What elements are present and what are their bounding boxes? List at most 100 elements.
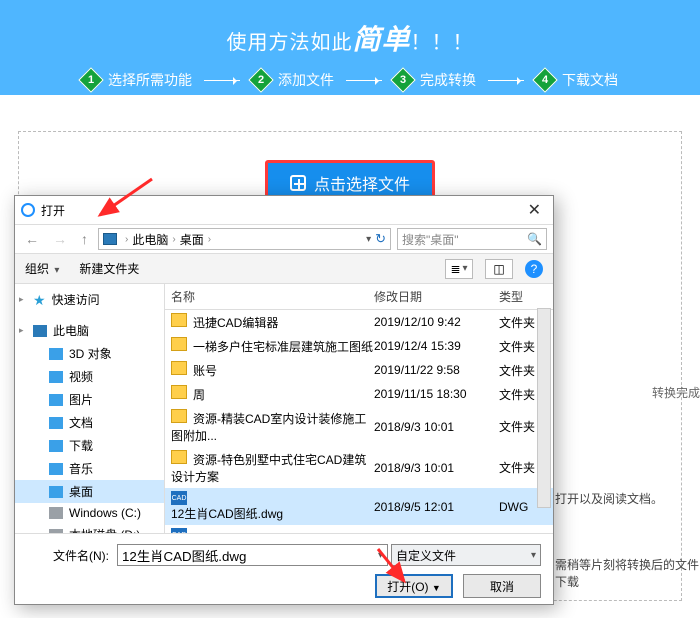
blue-icon <box>49 348 63 360</box>
banner-title: 使用方法如此简单！！！ <box>0 0 700 58</box>
file-type-filter[interactable]: 自定义文件 ▾ <box>391 544 541 566</box>
plus-icon <box>290 175 306 191</box>
tree-item[interactable]: 下载 <box>15 434 164 457</box>
chevron-down-icon: ▾ <box>531 550 536 561</box>
banner-title-big: 简单 <box>352 24 410 55</box>
new-folder-button[interactable]: 新建文件夹 <box>79 260 139 277</box>
nav-back-icon[interactable]: ← <box>21 231 43 247</box>
tree-label: 此电脑 <box>53 322 89 339</box>
organize-menu[interactable]: 组织 ▾ <box>25 260 59 277</box>
tree-item[interactable]: 图片 <box>15 388 164 411</box>
col-type[interactable]: 类型 <box>499 288 547 305</box>
file-row[interactable]: 迅捷CAD编辑器2019/12/10 9:42文件夹 <box>165 310 553 334</box>
file-name: 周 <box>171 385 374 403</box>
scrollbar[interactable] <box>537 308 551 508</box>
dialog-title-text: 打开 <box>41 202 65 219</box>
file-row[interactable]: 资源-精装CAD室内设计装修施工图附加...2018/9/3 10:01文件夹 <box>165 406 553 447</box>
tree-label: 文档 <box>69 414 93 431</box>
tree-label: 音乐 <box>69 460 93 477</box>
close-icon[interactable]: ✕ <box>522 200 547 220</box>
chevron-right-icon[interactable]: ▸ <box>19 325 24 336</box>
step-label: 选择所需功能 <box>108 70 192 90</box>
filter-label: 自定义文件 <box>396 547 456 564</box>
tree-item[interactable]: Windows (C:) <box>15 503 164 523</box>
top-banner: 使用方法如此简单！！！ 1选择所需功能2添加文件3完成转换4下载文档 <box>0 0 700 95</box>
tree-item[interactable]: 3D 对象 <box>15 342 164 365</box>
tree-label: 3D 对象 <box>69 345 112 362</box>
tree-item[interactable]: ▸ 此电脑 <box>15 319 164 342</box>
disk-icon <box>49 507 63 519</box>
step-label: 添加文件 <box>278 70 334 90</box>
blue-icon <box>49 463 63 475</box>
dialog-toolbar: 组织 ▾ 新建文件夹 ≣▾ ◫ ? <box>15 254 553 284</box>
file-name: 迅捷CAD编辑器 <box>171 313 374 331</box>
blue-icon <box>49 417 63 429</box>
tree-label: 桌面 <box>69 483 93 500</box>
blue-icon <box>49 440 63 452</box>
folder-tree[interactable]: ▸ ★ 快速访问 ▸ 此电脑 3D 对象视频图片文档下载音乐桌面 Windows (C:) 本… <box>15 284 165 533</box>
chevron-down-icon: ▾ <box>54 265 59 276</box>
file-name: CADCAD施工图图纸.dwg <box>171 528 374 533</box>
tree-item[interactable]: 文档 <box>15 411 164 434</box>
step-label: 下载文档 <box>562 70 618 90</box>
cad-file-icon: CAD <box>171 528 187 533</box>
file-name: 资源-精装CAD室内设计装修施工图附加... <box>171 409 374 444</box>
step-1: 1选择所需功能 <box>82 70 192 90</box>
star-icon: ★ <box>33 294 46 306</box>
tree-item[interactable]: 本地磁盘 (D:) <box>15 523 164 533</box>
cancel-button[interactable]: 取消 <box>463 574 541 598</box>
nav-forward-icon[interactable]: → <box>49 231 71 247</box>
chevron-down-icon[interactable]: ▾ <box>378 550 383 561</box>
step-diamond-icon: 1 <box>78 67 103 92</box>
banner-steps: 1选择所需功能2添加文件3完成转换4下载文档 <box>0 70 700 90</box>
hint-wait-download: 需稍等片刻将转换后的文件下载 <box>555 556 700 590</box>
folder-icon <box>171 313 187 327</box>
folder-icon <box>171 385 187 399</box>
search-input[interactable]: 搜索"桌面" 🔍 <box>397 228 547 250</box>
help-icon[interactable]: ? <box>525 260 543 278</box>
col-name[interactable]: 名称 <box>171 288 374 305</box>
preview-pane-button[interactable]: ◫ <box>485 259 513 279</box>
convert-done-text: 转换完成 <box>652 384 700 401</box>
tree-label: 快速访问 <box>52 291 100 308</box>
tree-label: 视频 <box>69 368 93 385</box>
file-row[interactable]: 周2019/11/15 18:30文件夹 <box>165 382 553 406</box>
list-header[interactable]: 名称 修改日期 类型 <box>165 284 553 310</box>
step-3: 3完成转换 <box>394 70 476 90</box>
tree-label: 本地磁盘 (D:) <box>69 526 140 533</box>
path-breadcrumb[interactable]: › 此电脑 › 桌面 › ▾ ↻ <box>98 228 391 250</box>
open-button[interactable]: 打开(O) ▼ <box>375 574 453 598</box>
file-row[interactable]: 资源-特色别墅中式住宅CAD建筑设计方案2018/9/3 10:01文件夹 <box>165 447 553 488</box>
file-date: 2019/11/22 9:58 <box>374 363 499 377</box>
arrow-right-icon <box>488 80 524 81</box>
refresh-icon[interactable]: ↻ <box>375 231 386 247</box>
search-icon: 🔍 <box>527 232 542 246</box>
dialog-navbar: ← → ↑ › 此电脑 › 桌面 › ▾ ↻ 搜索"桌面" 🔍 <box>15 224 553 254</box>
view-mode-button[interactable]: ≣▾ <box>445 259 473 279</box>
col-date[interactable]: 修改日期 <box>374 288 499 305</box>
file-date: 2018/9/3 10:01 <box>374 420 499 434</box>
file-row[interactable]: CAD12生肖CAD图纸.dwg2018/9/5 12:01DWG <box>165 488 553 525</box>
dialog-titlebar: 打开 ✕ <box>15 196 553 224</box>
step-diamond-icon: 4 <box>532 67 557 92</box>
file-row[interactable]: CADCAD施工图图纸.dwg2019/7/11 17:44DWG <box>165 525 553 533</box>
nav-up-icon[interactable]: ↑ <box>77 231 92 247</box>
tree-item[interactable]: 视频 <box>15 365 164 388</box>
tree-item[interactable]: 音乐 <box>15 457 164 480</box>
step-label: 完成转换 <box>420 70 476 90</box>
file-row[interactable]: 账号2019/11/22 9:58文件夹 <box>165 358 553 382</box>
arrow-right-icon <box>204 80 240 81</box>
tree-item[interactable]: ▸ ★ 快速访问 <box>15 288 164 311</box>
path-folder[interactable]: 桌面 <box>180 231 204 248</box>
file-name: 资源-特色别墅中式住宅CAD建筑设计方案 <box>171 450 374 485</box>
browser-icon <box>21 203 35 217</box>
chevron-down-icon[interactable]: ▾ <box>366 234 371 245</box>
chevron-right-icon[interactable]: ▸ <box>19 294 24 305</box>
filename-input[interactable] <box>117 544 388 566</box>
file-list[interactable]: 名称 修改日期 类型 迅捷CAD编辑器2019/12/10 9:42文件夹一梯多… <box>165 284 553 533</box>
path-root[interactable]: 此电脑 <box>132 231 168 248</box>
tree-item[interactable]: 桌面 <box>15 480 164 503</box>
file-row[interactable]: 一梯多户住宅标准层建筑施工图纸2019/12/4 15:39文件夹 <box>165 334 553 358</box>
folder-icon <box>171 409 187 423</box>
pc-icon <box>33 325 47 337</box>
